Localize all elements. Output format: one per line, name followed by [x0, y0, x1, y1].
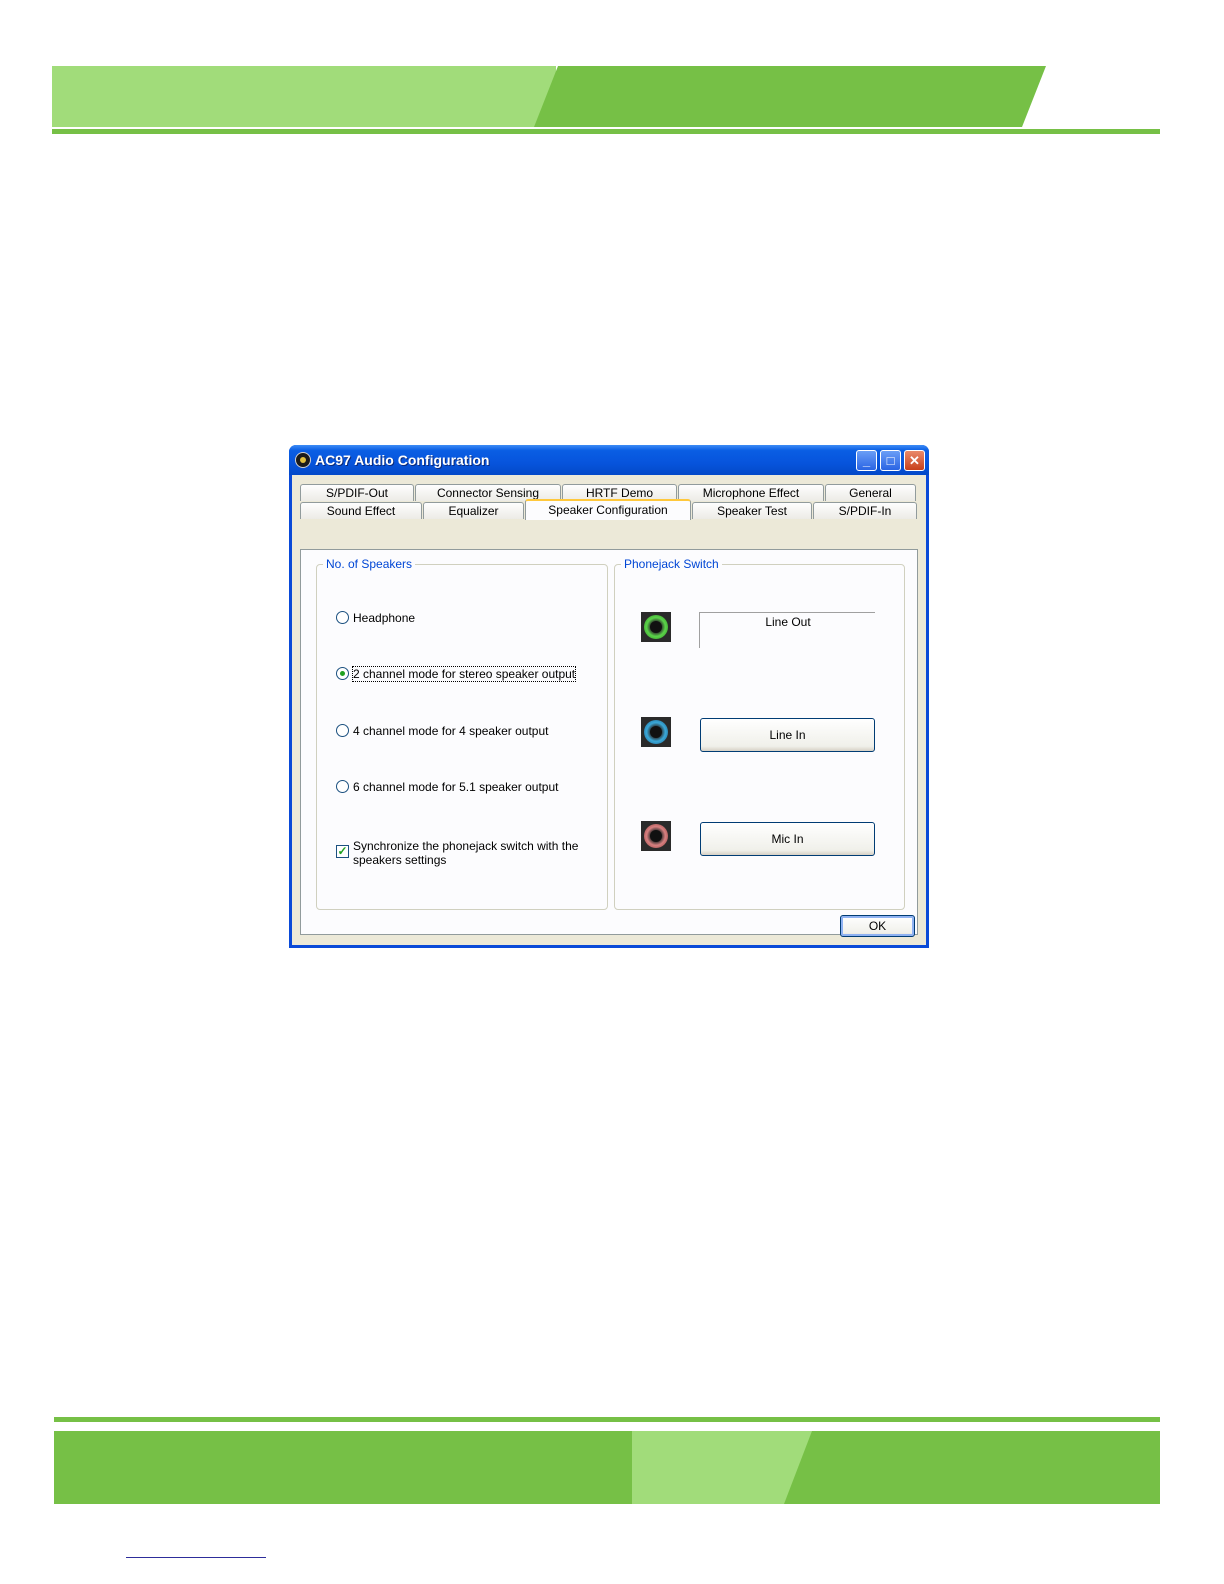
window-title: AC97 Audio Configuration: [315, 452, 490, 468]
radio-6-channel-label[interactable]: 6 channel mode for 5.1 speaker output: [353, 780, 558, 794]
title-bar[interactable]: AC97 Audio Configuration _ □ ✕: [289, 445, 929, 475]
phonejack-group-label: Phonejack Switch: [621, 557, 722, 571]
tab-sound-effect[interactable]: Sound Effect: [300, 502, 422, 519]
tab-speaker-configuration[interactable]: Speaker Configuration: [525, 499, 691, 520]
tab-speaker-test[interactable]: Speaker Test: [692, 502, 812, 519]
speaker-configuration-panel: No. of Speakers Headphone 2 channel mode…: [300, 549, 918, 935]
tab-spdif-out[interactable]: S/PDIF-Out: [300, 484, 414, 501]
footer-link-underline: [126, 1557, 266, 1558]
sync-phonejack-label-line1[interactable]: Synchronize the phonejack switch with th…: [353, 839, 578, 853]
radio-4-channel-label[interactable]: 4 channel mode for 4 speaker output: [353, 724, 548, 738]
speakers-group-label: No. of Speakers: [323, 557, 416, 571]
radio-headphone[interactable]: [336, 611, 349, 624]
radio-6-channel[interactable]: [336, 780, 349, 793]
phonejack-groupbox: Phonejack Switch Line Out Line In Mic In: [614, 557, 905, 910]
tab-general[interactable]: General: [825, 484, 916, 501]
footer-band: [54, 1431, 1160, 1504]
header-band-light: [52, 66, 556, 127]
maximize-button[interactable]: □: [880, 450, 901, 471]
close-button[interactable]: ✕: [904, 450, 925, 471]
tab-spdif-in[interactable]: S/PDIF-In: [813, 502, 917, 519]
speaker-app-icon: [295, 452, 311, 468]
minimize-button[interactable]: _: [856, 450, 877, 471]
line-in-button[interactable]: Line In: [700, 718, 875, 752]
header-band-dark: [534, 66, 1046, 127]
sync-phonejack-checkbox[interactable]: ✓: [336, 845, 349, 858]
pink-jack-icon: [641, 821, 671, 851]
mic-in-button[interactable]: Mic In: [700, 822, 875, 856]
ac97-audio-configuration-window: AC97 Audio Configuration _ □ ✕ S/PDIF-Ou…: [289, 445, 929, 948]
sync-phonejack-label-line2[interactable]: speakers settings: [353, 853, 446, 867]
footer-rule: [54, 1417, 1160, 1422]
green-jack-icon: [641, 612, 671, 642]
tab-microphone-effect[interactable]: Microphone Effect: [678, 484, 824, 501]
radio-headphone-label[interactable]: Headphone: [353, 611, 415, 625]
blue-jack-icon: [641, 717, 671, 747]
radio-2-channel[interactable]: [336, 667, 349, 680]
tab-equalizer[interactable]: Equalizer: [423, 502, 524, 519]
speakers-groupbox: No. of Speakers Headphone 2 channel mode…: [316, 557, 608, 910]
ok-button[interactable]: OK: [840, 915, 915, 937]
dialog-body: S/PDIF-Out Connector Sensing HRTF Demo M…: [292, 475, 926, 945]
header-rule: [52, 129, 1160, 134]
footer-band-light: [632, 1431, 812, 1504]
radio-4-channel[interactable]: [336, 724, 349, 737]
line-out-label: Line Out: [765, 615, 811, 629]
line-out-box: Line Out: [699, 612, 875, 648]
radio-2-channel-label[interactable]: 2 channel mode for stereo speaker output: [351, 666, 577, 682]
